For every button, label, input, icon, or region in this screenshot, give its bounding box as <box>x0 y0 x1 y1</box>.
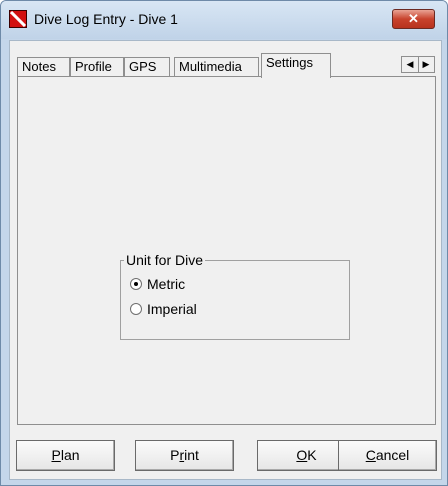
plan-label-accel: P <box>51 447 61 463</box>
tab-scroll-right-icon[interactable]: ▶ <box>418 57 434 72</box>
imperial-radio[interactable] <box>130 303 142 315</box>
imperial-label[interactable]: Imperial <box>147 301 197 317</box>
tab-settings[interactable]: Settings <box>261 53 331 78</box>
tab-multimedia[interactable]: Multimedia <box>174 57 259 76</box>
plan-label-post: lan <box>60 447 80 463</box>
cancel-button[interactable]: Cancel <box>338 440 437 471</box>
metric-radio[interactable] <box>130 278 142 290</box>
unit-groupbox: Unit for Dive Metric Imperial <box>120 252 350 340</box>
unit-group-title: Unit for Dive <box>124 252 206 268</box>
dialog-client-area: Notes Profile GPS Multimedia Settings ◀ … <box>9 40 442 480</box>
window-title: Dive Log Entry - Dive 1 <box>34 11 178 27</box>
settings-panel: Unit for Dive Metric Imperial <box>17 76 436 425</box>
tab-gps[interactable]: GPS <box>124 57 170 76</box>
tab-scroll-left-icon[interactable]: ◀ <box>402 57 419 72</box>
dive-log-entry-window: Dive Log Entry - Dive 1 ✕ Notes Profile … <box>0 0 448 486</box>
tab-scroll-buttons: ◀ ▶ <box>401 56 435 73</box>
close-button[interactable]: ✕ <box>392 9 435 29</box>
title-bar[interactable]: Dive Log Entry - Dive 1 ✕ <box>1 1 447 39</box>
tab-notes[interactable]: Notes <box>17 57 70 76</box>
tab-profile[interactable]: Profile <box>70 57 124 76</box>
plan-button[interactable]: Plan <box>16 440 115 471</box>
ok-label-post: K <box>307 447 317 463</box>
print-button[interactable]: Print <box>135 440 234 471</box>
cancel-label-accel: C <box>365 447 376 463</box>
ok-label-accel: O <box>296 447 308 463</box>
cancel-label-post: ancel <box>375 447 410 463</box>
print-label-post: int <box>184 447 199 463</box>
app-icon <box>9 10 27 28</box>
metric-label[interactable]: Metric <box>147 276 185 292</box>
